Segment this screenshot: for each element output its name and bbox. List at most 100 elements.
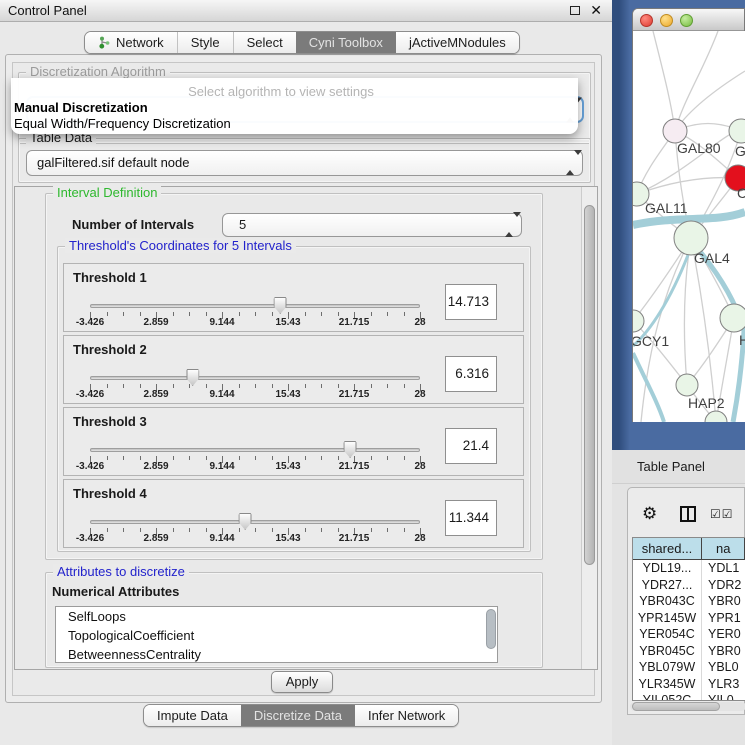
control-panel: Control Panel ✕ Network Style Select Cyn… — [0, 0, 612, 745]
gear-icon[interactable]: ⚙ — [642, 504, 662, 524]
table-horizontal-scrollbar[interactable] — [630, 702, 745, 711]
numerical-attributes-list[interactable]: SelfLoopsTopologicalCoefficientBetweenne… — [55, 606, 498, 663]
minimize-traffic-light-icon[interactable] — [660, 14, 673, 27]
slider-track[interactable] — [90, 448, 420, 452]
node-table: shared... na YDL19...YDL1YDR27...YDR2YBR… — [632, 537, 745, 701]
threshold-value-field[interactable]: 21.4 — [445, 428, 497, 464]
cell-name[interactable]: YDR2 — [702, 577, 745, 594]
network-window-titlebar[interactable] — [633, 9, 744, 31]
cell-shared-name[interactable]: YDL19... — [633, 560, 702, 577]
thresholds-group-title: Threshold's Coordinates for 5 Intervals — [65, 238, 296, 253]
network-nodes[interactable] — [633, 119, 745, 422]
tab-impute-data[interactable]: Impute Data — [144, 705, 241, 726]
attribute-list-item[interactable]: TopologicalCoefficient — [56, 626, 497, 645]
dropdown-hint: Select algorithm to view settings — [111, 84, 451, 99]
select-columns-icons[interactable]: ☑☑ — [710, 507, 734, 521]
panel-tabs: Network Style Select Cyni Toolbox jActiv… — [84, 31, 520, 54]
label-gal4: GAL4 — [694, 250, 730, 266]
dropdown-option-equal-width[interactable]: Equal Width/Frequency Discretization — [14, 116, 231, 131]
threshold-value-field[interactable]: 6.316 — [445, 356, 497, 392]
tab-select[interactable]: Select — [233, 32, 296, 53]
table-panel-body: ⚙ ☑☑ shared... na YDL19...YDL1YDR27...YD… — [627, 487, 745, 715]
split-columns-icon[interactable] — [680, 506, 696, 522]
threshold-label: Threshold 1 — [73, 270, 147, 285]
tab-style[interactable]: Style — [177, 32, 233, 53]
cell-shared-name[interactable]: YLR345W — [633, 676, 702, 693]
table-row[interactable]: YDR27...YDR2 — [633, 577, 745, 594]
network-canvas[interactable]: GAL80 GA C GAL11 GAL4 GCY1 HA HAP2 — [633, 31, 745, 422]
bottom-tabs: Impute Data Discretize Data Infer Networ… — [143, 704, 459, 727]
slider-tick-labels: -3.4262.8599.14415.4321.71528 — [90, 461, 420, 473]
hscrollbar-thumb[interactable] — [632, 702, 720, 711]
settings-vertical-scrollbar[interactable] — [581, 187, 597, 669]
control-panel-titlebar: Control Panel ✕ — [0, 0, 612, 22]
table-data-combobox[interactable]: galFiltered.sif default node — [26, 150, 583, 176]
threshold-value-field[interactable]: 11.344 — [445, 500, 497, 536]
apply-button[interactable]: Apply — [271, 671, 333, 693]
slider-track[interactable] — [90, 304, 420, 308]
cell-shared-name[interactable]: YDR27... — [633, 577, 702, 594]
node-hap2[interactable] — [676, 374, 698, 396]
scrollbar-thumb[interactable] — [584, 205, 595, 565]
close-traffic-light-icon[interactable] — [640, 14, 653, 27]
tab-jactivemnodules[interactable]: jActiveMNodules — [396, 32, 519, 53]
table-row[interactable]: YDL19...YDL1 — [633, 560, 745, 577]
slider-track[interactable] — [90, 376, 420, 380]
zoom-traffic-light-icon[interactable] — [680, 14, 693, 27]
cell-name[interactable]: YLR3 — [702, 676, 745, 693]
attribute-list-item[interactable]: BetweennessCentrality — [56, 645, 497, 663]
column-header-name[interactable]: na — [702, 538, 745, 559]
threshold-value-field[interactable]: 14.713 — [445, 284, 497, 320]
cell-shared-name[interactable]: YBR043C — [633, 593, 702, 610]
node-gcy1[interactable] — [633, 310, 644, 332]
tab-network[interactable]: Network — [85, 32, 177, 53]
tab-cyni-toolbox[interactable]: Cyni Toolbox — [296, 32, 396, 53]
combo-arrows-icon — [566, 151, 574, 175]
cell-shared-name[interactable]: YBL079W — [633, 659, 702, 676]
combo-arrows-icon — [505, 214, 513, 236]
screen: Control Panel ✕ Network Style Select Cyn… — [0, 0, 745, 745]
attribute-list-item[interactable]: SelfLoops — [56, 607, 497, 626]
table-row[interactable]: YBL079WYBL0 — [633, 659, 745, 676]
table-data-value: galFiltered.sif default node — [37, 155, 189, 170]
cell-shared-name[interactable]: YBR045C — [633, 643, 702, 660]
network-window: GAL80 GA C GAL11 GAL4 GCY1 HA HAP2 — [632, 8, 745, 422]
network-graph-icon — [98, 34, 111, 47]
slider-track[interactable] — [90, 520, 420, 524]
table-row[interactable]: YER054CYER0 — [633, 626, 745, 643]
cell-name[interactable]: YIL0 — [702, 692, 745, 701]
list-scrollbar-thumb[interactable] — [486, 609, 496, 649]
cell-name[interactable]: YBR0 — [702, 593, 745, 610]
cell-name[interactable]: YDL1 — [702, 560, 745, 577]
label-hap2: HAP2 — [688, 395, 725, 411]
slider-tick-labels: -3.4262.8599.14415.4321.71528 — [90, 389, 420, 401]
cell-name[interactable]: YBR0 — [702, 643, 745, 660]
column-header-shared-name[interactable]: shared... — [633, 538, 702, 559]
cell-shared-name[interactable]: YIL052C — [633, 692, 702, 701]
node-partial-right[interactable] — [720, 304, 745, 332]
cell-name[interactable]: YER0 — [702, 626, 745, 643]
table-row[interactable]: YPR145WYPR1 — [633, 610, 745, 627]
table-row[interactable]: YLR345WYLR3 — [633, 676, 745, 693]
table-row[interactable]: YBR045CYBR0 — [633, 643, 745, 660]
cell-shared-name[interactable]: YER054C — [633, 626, 702, 643]
table-panel-title: Table Panel — [637, 459, 705, 474]
cell-name[interactable]: YPR1 — [702, 610, 745, 627]
node-partial-top-right[interactable] — [729, 119, 745, 143]
table-row[interactable]: YIL052CYIL0 — [633, 692, 745, 701]
algorithm-dropdown-popup: Select algorithm to view settings Manual… — [11, 78, 578, 134]
table-row[interactable]: YBR043CYBR0 — [633, 593, 745, 610]
number-of-intervals-combobox[interactable]: 5 — [222, 213, 522, 237]
cell-name[interactable]: YBL0 — [702, 659, 745, 676]
threshold-panel-2: Threshold 2 -3.4262.8599.14415.4321.71528… — [63, 335, 524, 404]
number-of-intervals-label: Number of Intervals — [72, 217, 194, 232]
close-icon[interactable]: ✕ — [590, 2, 602, 19]
tab-discretize-data[interactable]: Discretize Data — [241, 705, 355, 726]
tab-infer-network[interactable]: Infer Network — [355, 705, 458, 726]
slider-tick-labels: -3.4262.8599.14415.4321.71528 — [90, 533, 420, 545]
threshold-label: Threshold 2 — [73, 342, 147, 357]
attributes-group-title: Attributes to discretize — [53, 564, 189, 579]
float-window-icon[interactable] — [570, 6, 580, 15]
cell-shared-name[interactable]: YPR145W — [633, 610, 702, 627]
dropdown-option-manual[interactable]: Manual Discretization — [14, 100, 148, 115]
